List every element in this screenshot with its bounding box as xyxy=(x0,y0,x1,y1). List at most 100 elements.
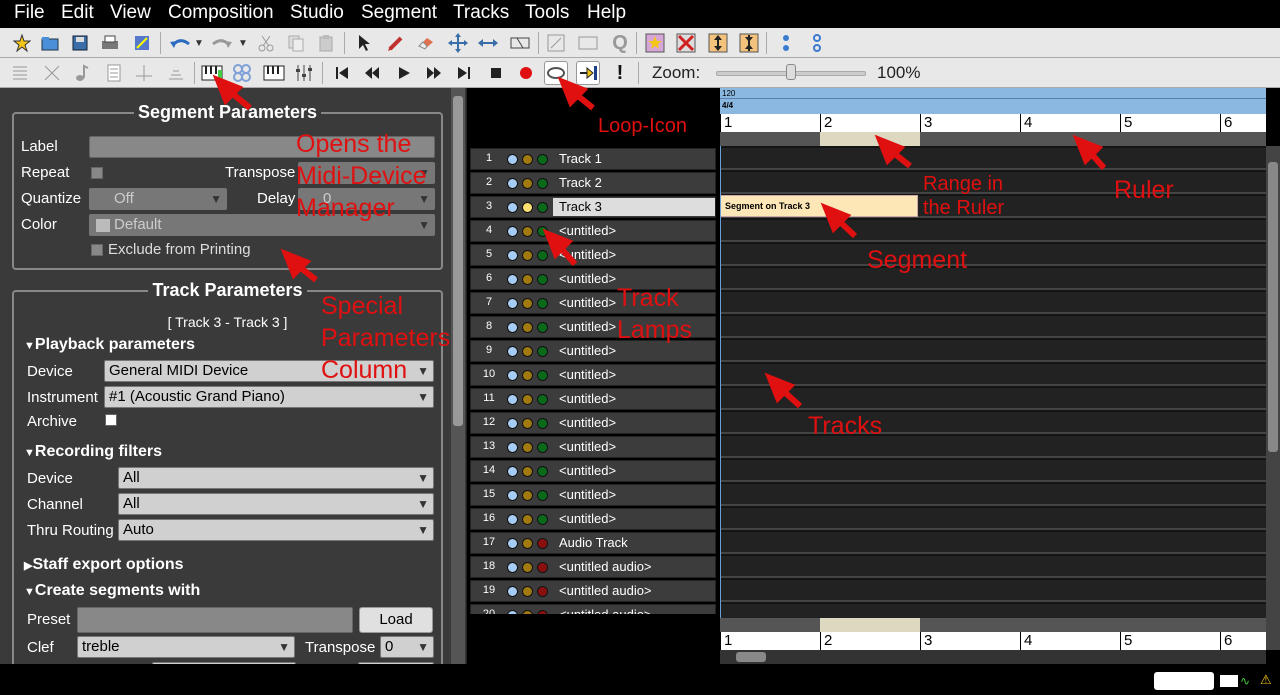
rec-device-combo[interactable]: All ▼ xyxy=(118,467,434,489)
mute-lamp-icon[interactable] xyxy=(507,610,518,614)
solo-lamp-icon[interactable] xyxy=(522,250,533,261)
record-lamp-icon[interactable] xyxy=(537,298,548,309)
record-lamp-icon[interactable] xyxy=(537,466,548,477)
mute-lamp-icon[interactable] xyxy=(507,274,518,285)
event-list-icon[interactable] xyxy=(8,61,32,85)
record-lamp-icon[interactable] xyxy=(537,322,548,333)
panic-icon[interactable]: ! xyxy=(608,61,632,85)
track-lane[interactable] xyxy=(720,412,1266,434)
quantize-combo[interactable]: Off ▼ xyxy=(89,188,227,210)
midi-device-manager-icon[interactable] xyxy=(200,61,224,85)
audio-mixer-icon[interactable] xyxy=(292,61,316,85)
record-lamp-icon[interactable] xyxy=(537,586,548,597)
magic-icon[interactable] xyxy=(130,31,154,55)
record-lamp-icon[interactable] xyxy=(537,610,548,614)
track-lane[interactable] xyxy=(720,388,1266,410)
channel-combo[interactable]: All ▼ xyxy=(118,493,434,515)
move-tool-icon[interactable] xyxy=(446,31,470,55)
fast-forward-to-end-icon[interactable] xyxy=(452,61,476,85)
solo-lamp-icon[interactable] xyxy=(522,538,533,549)
play-icon[interactable] xyxy=(392,61,416,85)
preset-field[interactable] xyxy=(77,607,353,633)
track-header[interactable]: 13 <untitled> xyxy=(470,436,716,458)
record-lamp-icon[interactable] xyxy=(537,178,548,189)
track-label[interactable]: <untitled> xyxy=(559,247,616,262)
solo-lamp-icon[interactable] xyxy=(522,154,533,165)
dots-icon[interactable] xyxy=(774,31,798,55)
new-icon[interactable] xyxy=(10,31,34,55)
track-header[interactable]: 12 <untitled> xyxy=(470,412,716,434)
solo-lamp-icon[interactable] xyxy=(522,346,533,357)
track-header[interactable]: 1 Track 1 xyxy=(470,148,716,170)
archive-checkbox[interactable] xyxy=(105,414,117,426)
mute-lamp-icon[interactable] xyxy=(507,442,518,453)
copy-icon[interactable] xyxy=(284,31,308,55)
dots-outline-icon[interactable] xyxy=(805,31,829,55)
track-label[interactable]: <untitled> xyxy=(559,463,616,478)
record-lamp-icon[interactable] xyxy=(537,226,548,237)
loop-range-strip[interactable] xyxy=(720,132,1266,146)
track-lane[interactable] xyxy=(720,532,1266,554)
create-transpose-combo[interactable]: 0 ▼ xyxy=(380,636,434,658)
solo-lamp-icon[interactable] xyxy=(522,586,533,597)
track-label[interactable]: <untitled> xyxy=(559,415,616,430)
track-lane[interactable] xyxy=(720,220,1266,242)
mute-lamp-icon[interactable] xyxy=(507,154,518,165)
solo-lamp-icon[interactable] xyxy=(522,514,533,525)
track-lane[interactable] xyxy=(720,148,1266,170)
solo-lamp-icon[interactable] xyxy=(522,490,533,501)
track-label[interactable]: <untitled audio> xyxy=(559,583,652,598)
track-header[interactable]: 18 <untitled audio> xyxy=(470,556,716,578)
track-lane[interactable] xyxy=(720,244,1266,266)
rewind-to-start-icon[interactable] xyxy=(330,61,354,85)
record-lamp-icon[interactable] xyxy=(537,418,548,429)
track-label[interactable]: Audio Track xyxy=(559,535,628,550)
loop-icon[interactable] xyxy=(544,61,568,85)
record-lamp-icon[interactable] xyxy=(537,490,548,501)
record-lamp-icon[interactable] xyxy=(537,394,548,405)
menu-tracks[interactable]: Tracks xyxy=(453,2,509,24)
add-marker-icon[interactable] xyxy=(643,31,667,55)
track-label[interactable]: <untitled> xyxy=(559,487,616,502)
track-label[interactable]: <untitled> xyxy=(559,367,616,382)
mute-lamp-icon[interactable] xyxy=(507,178,518,189)
menu-edit[interactable]: Edit xyxy=(61,2,94,24)
open-icon[interactable] xyxy=(38,31,62,55)
zoom-tool-icon[interactable]: Q xyxy=(608,31,632,55)
canvas-horizontal-scroll-thumb[interactable] xyxy=(736,652,766,662)
mute-lamp-icon[interactable] xyxy=(507,346,518,357)
record-lamp-icon[interactable] xyxy=(537,370,548,381)
mute-lamp-icon[interactable] xyxy=(507,370,518,381)
track-label[interactable]: <untitled> xyxy=(559,391,616,406)
mute-lamp-icon[interactable] xyxy=(507,514,518,525)
track-header[interactable]: 17 Audio Track xyxy=(470,532,716,554)
matrix-icon[interactable] xyxy=(40,61,64,85)
mute-lamp-icon[interactable] xyxy=(507,226,518,237)
piano-keys-icon[interactable] xyxy=(262,61,286,85)
record-icon[interactable] xyxy=(514,61,538,85)
mute-lamp-icon[interactable] xyxy=(507,562,518,573)
repeat-checkbox[interactable] xyxy=(91,167,103,179)
track-label[interactable]: <untitled> xyxy=(559,511,616,526)
parameter-panel-scroll-thumb[interactable] xyxy=(453,96,463,426)
track-lane[interactable] xyxy=(720,508,1266,530)
record-lamp-icon[interactable] xyxy=(537,250,548,261)
loop-range-selection-bottom[interactable] xyxy=(820,618,920,632)
thru-routing-combo[interactable]: Auto ▼ xyxy=(118,519,434,541)
mute-lamp-icon[interactable] xyxy=(507,250,518,261)
track-label[interactable]: <untitled> xyxy=(559,439,616,454)
track-header[interactable]: 20 <untitled audio> xyxy=(470,604,716,614)
bar-ruler-bottom[interactable]: 1 2 3 4 5 6 xyxy=(720,632,1266,650)
solo-lamp-icon[interactable] xyxy=(522,298,533,309)
track-header[interactable]: 4 <untitled> xyxy=(470,220,716,242)
staff-export-section-header[interactable]: ▶Staff export options xyxy=(24,556,184,574)
pencil-tool-icon[interactable] xyxy=(384,31,408,55)
split-tool-icon[interactable] xyxy=(508,31,532,55)
track-header[interactable]: 15 <untitled> xyxy=(470,484,716,506)
track-header[interactable]: 14 <untitled> xyxy=(470,460,716,482)
tempo-icon[interactable] xyxy=(164,61,188,85)
track-lane[interactable] xyxy=(720,556,1266,578)
join-tool-icon[interactable] xyxy=(544,31,568,55)
redo-menu-icon[interactable]: ▼ xyxy=(236,31,250,55)
canvas-horizontal-scrollbar[interactable] xyxy=(720,650,1266,664)
